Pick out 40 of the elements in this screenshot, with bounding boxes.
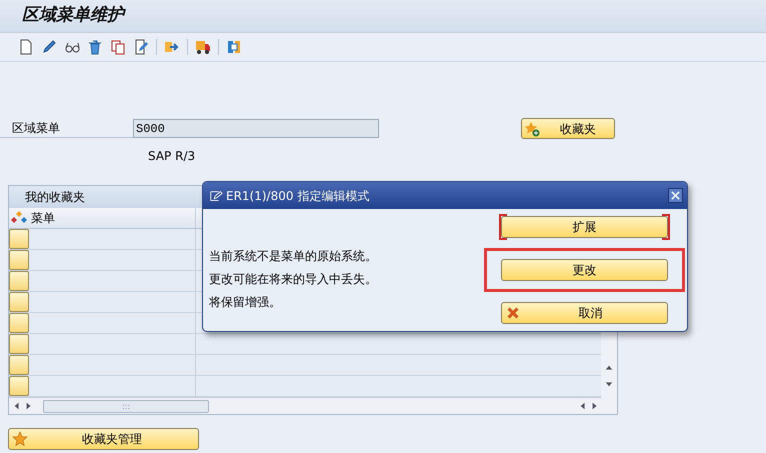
scroll-down-icon[interactable]	[605, 380, 614, 388]
dialog-button[interactable]: 扩展	[501, 216, 668, 238]
scroll-left-icon[interactable]	[13, 402, 21, 410]
hierarchy-icon[interactable]	[11, 210, 27, 226]
row-selector[interactable]	[9, 313, 29, 333]
document-icon[interactable]	[18, 39, 34, 55]
scroll-left-icon[interactable]	[579, 402, 588, 410]
manage-favorites-button[interactable]: 收藏夹管理	[8, 428, 199, 450]
scroll-up-icon[interactable]	[605, 364, 614, 372]
export-icon[interactable]	[164, 39, 180, 55]
row-selector[interactable]	[9, 250, 29, 270]
scroll-right-icon[interactable]	[25, 402, 33, 410]
row-selector[interactable]	[9, 334, 29, 354]
row-selector[interactable]	[9, 376, 29, 396]
favorites-button[interactable]: 收藏夹	[521, 118, 615, 139]
cancel-icon	[506, 306, 520, 320]
trash-icon[interactable]	[87, 39, 103, 55]
copy-icon[interactable]	[110, 39, 126, 55]
scroll-right-icon[interactable]	[591, 402, 600, 410]
row-selector[interactable]	[9, 292, 29, 312]
truck-icon[interactable]	[195, 39, 211, 55]
row-selector[interactable]	[9, 355, 29, 375]
screen-title: 区域菜单维护	[22, 4, 124, 28]
dialog-message: 当前系统不是菜单的原始系统。	[209, 248, 378, 265]
row-selector[interactable]	[9, 229, 29, 249]
pencil-icon[interactable]	[41, 39, 57, 55]
star-icon	[12, 431, 28, 447]
dialog-message: 将保留增强。	[209, 294, 282, 311]
edit-icon	[209, 188, 223, 202]
dialog-button[interactable]: 更改	[501, 259, 668, 281]
row-selector[interactable]	[9, 271, 29, 291]
star-add-icon	[524, 120, 540, 136]
dialog-message: 更改可能在将来的导入中丢失。	[209, 271, 378, 288]
menu-field[interactable]: S000	[133, 119, 379, 138]
bracket-icon[interactable]	[226, 39, 242, 55]
dialog-title: ER1(1)/800 指定编辑模式	[226, 188, 370, 204]
edit-icon[interactable]	[133, 39, 149, 55]
system-label: SAP R/3	[148, 149, 196, 163]
close-button[interactable]	[668, 188, 683, 203]
dialog-button[interactable]: 取消	[501, 302, 668, 324]
